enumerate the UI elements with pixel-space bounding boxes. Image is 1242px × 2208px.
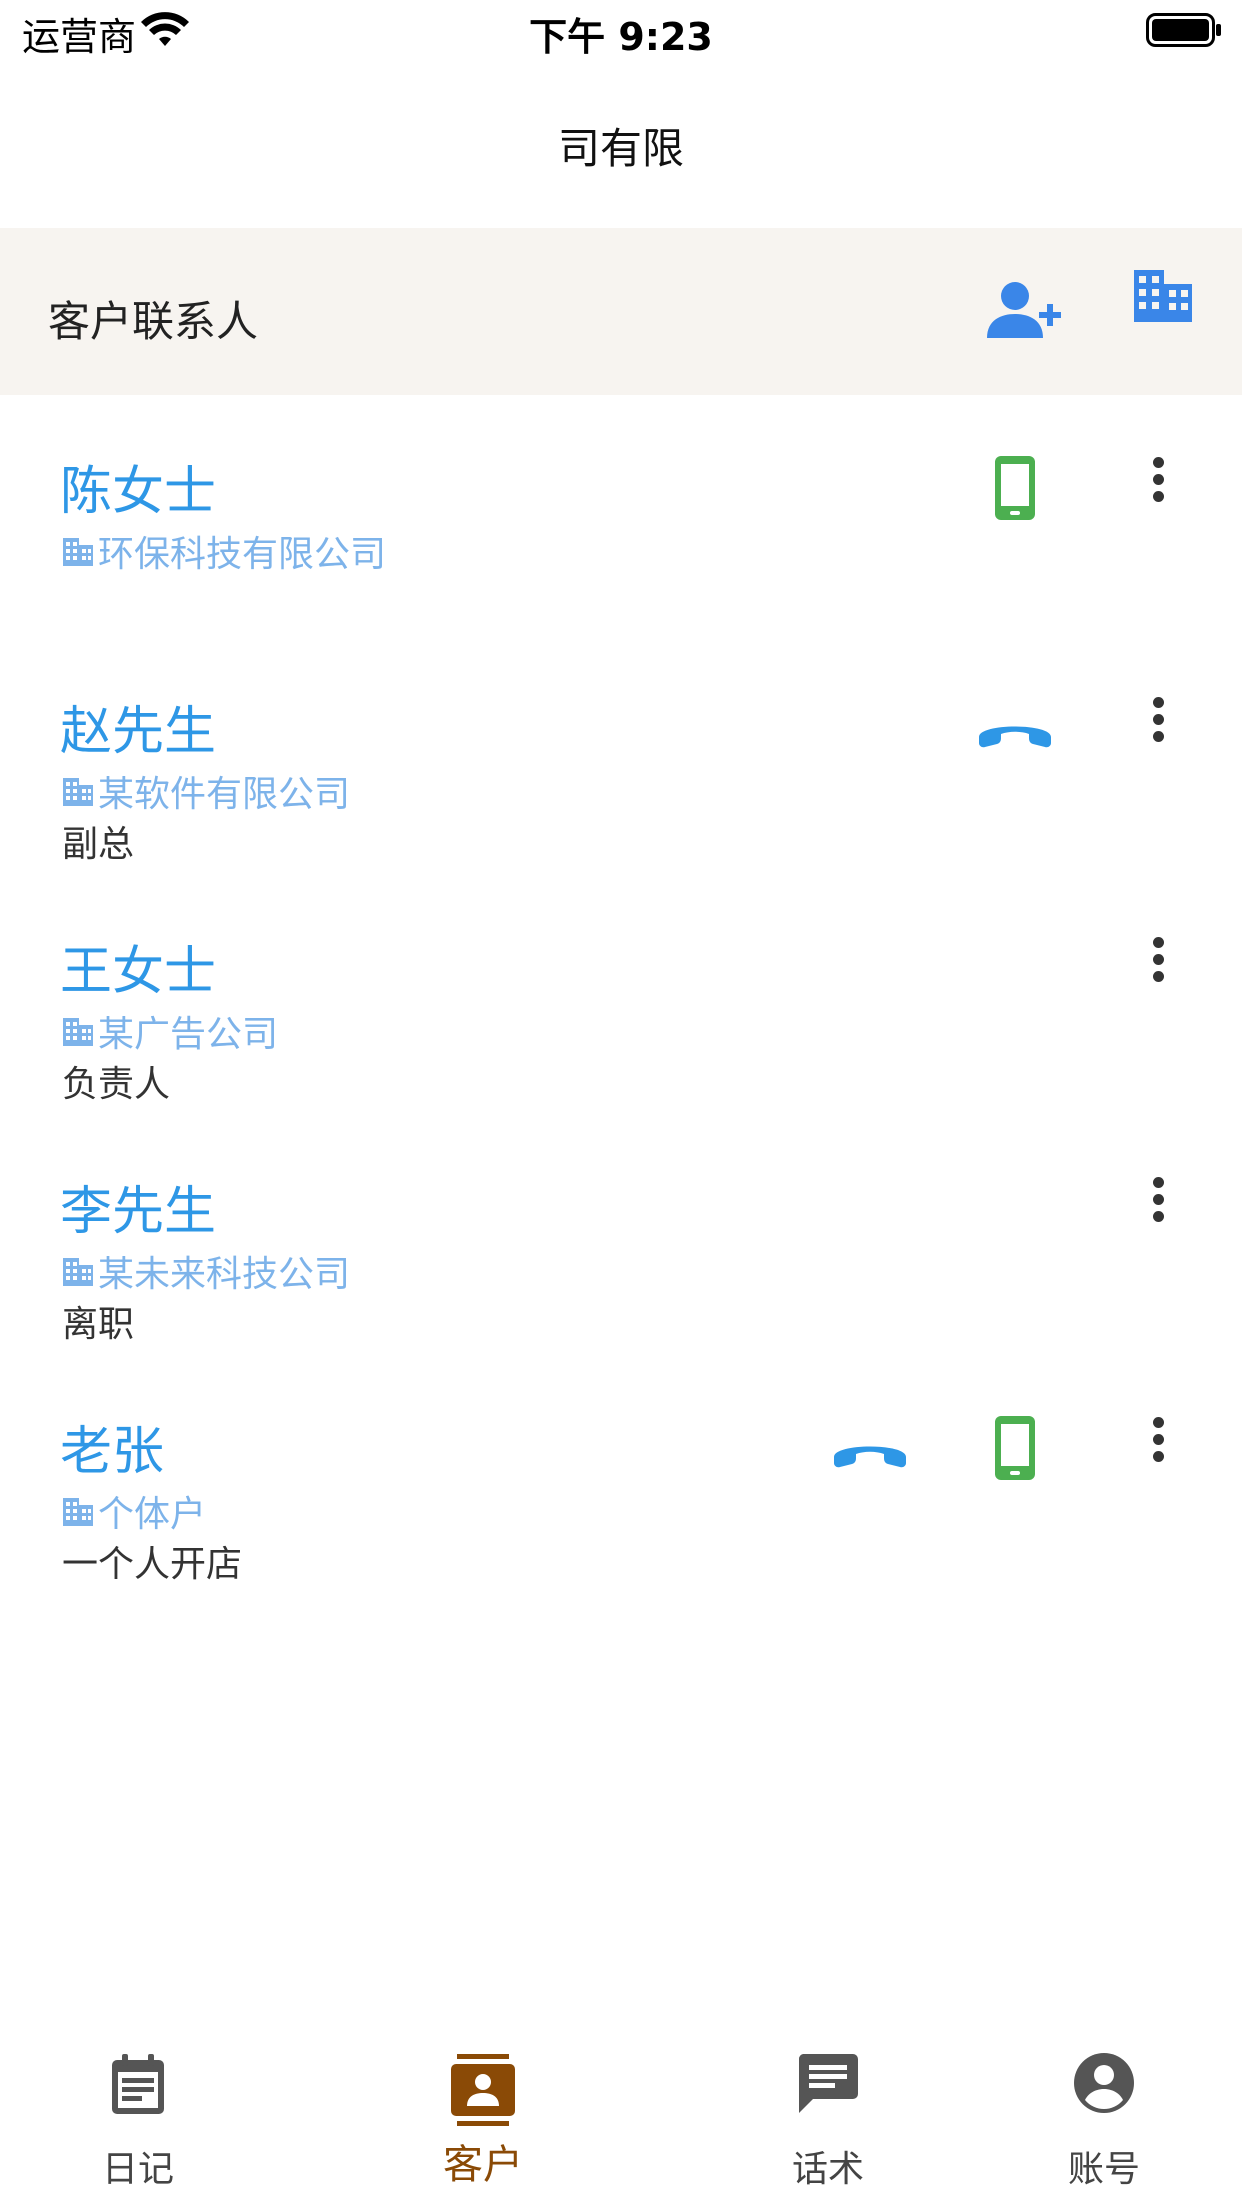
mobile-call-button[interactable] (975, 445, 1055, 535)
contact-note: 离职 (62, 1304, 135, 1345)
phone-call-button[interactable] (975, 695, 1055, 775)
contact-company[interactable]: 环保科技有限公司 (62, 525, 386, 577)
status-bar: 运营商 下午 9:23 (0, 0, 1242, 62)
contact-company-label: 某未来科技公司 (98, 1254, 351, 1295)
contact-name[interactable]: 王女士 (60, 929, 216, 1004)
tab-diary[interactable]: 日记 (38, 2030, 238, 2208)
contact-list: 陈女士环保科技有限公司赵先生某软件有限公司副总王女士某广告公司负责人李先生某未来… (0, 395, 1242, 1595)
building-icon (62, 1495, 94, 1527)
more-options-button[interactable] (1138, 931, 1178, 995)
phone-icon (977, 715, 1053, 755)
building-icon (62, 1015, 94, 1047)
phone-icon (832, 1435, 908, 1475)
contact-row[interactable]: 王女士某广告公司负责人 (0, 875, 1242, 1115)
building-icon (62, 535, 94, 567)
contact-company-label: 某广告公司 (98, 1014, 279, 1055)
building-icon (62, 1255, 94, 1287)
more-vert-icon (1138, 697, 1178, 742)
contact-name[interactable]: 赵先生 (60, 689, 216, 764)
tab-label: 客户 (443, 2142, 523, 2188)
contact-note: 负责人 (62, 1064, 171, 1105)
more-options-button[interactable] (1138, 691, 1178, 755)
contact-company[interactable]: 某未来科技公司 (62, 1245, 350, 1297)
contact-row[interactable]: 老张个体户一个人开店 (0, 1355, 1242, 1595)
more-options-button[interactable] (1138, 451, 1178, 515)
mobile-phone-icon (993, 454, 1037, 526)
page-title: 司有限 (557, 124, 684, 173)
more-vert-icon (1138, 1417, 1178, 1462)
more-options-button[interactable] (1138, 1411, 1178, 1475)
contact-company-label: 环保科技有限公司 (98, 534, 387, 575)
more-vert-icon (1138, 1177, 1178, 1222)
status-time: 下午 9:23 (529, 15, 713, 59)
contact-name[interactable]: 陈女士 (60, 449, 216, 524)
contact-company[interactable]: 个体户 (62, 1485, 206, 1537)
contact-company-label: 某软件有限公司 (98, 774, 351, 815)
building-icon (1134, 270, 1192, 322)
tab-scripts[interactable]: 话术 (728, 2030, 928, 2208)
more-options-button[interactable] (1138, 1171, 1178, 1235)
tab-label: 日记 (101, 2149, 174, 2190)
add-person-icon (987, 282, 1061, 338)
diary-icon (108, 2052, 168, 2120)
more-vert-icon (1138, 457, 1178, 502)
chat-icon (797, 2052, 859, 2118)
contact-row[interactable]: 陈女士环保科技有限公司 (0, 395, 1242, 635)
battery-icon (1146, 12, 1222, 52)
contact-company-label: 个体户 (98, 1494, 207, 1535)
contact-row[interactable]: 李先生某未来科技公司离职 (0, 1115, 1242, 1355)
mobile-call-button[interactable] (975, 1405, 1055, 1495)
contacts-icon (451, 2054, 515, 2130)
contact-company[interactable]: 某广告公司 (62, 1005, 278, 1057)
contact-name[interactable]: 李先生 (60, 1169, 216, 1244)
contact-row[interactable]: 赵先生某软件有限公司副总 (0, 635, 1242, 875)
phone-call-button[interactable] (830, 1415, 910, 1495)
section-title: 客户联系人 (48, 297, 259, 346)
building-icon (62, 775, 94, 807)
mobile-phone-icon (993, 1414, 1037, 1486)
add-contact-button[interactable] (985, 276, 1065, 346)
tab-label: 话术 (791, 2149, 864, 2190)
contact-note: 副总 (62, 824, 135, 865)
tab-bar: 日记 客户 话术 账号 (0, 2030, 1242, 2208)
tab-label: 账号 (1067, 2149, 1140, 2190)
tab-customers[interactable]: 客户 (383, 2030, 583, 2208)
contact-note: 一个人开店 (62, 1544, 243, 1585)
account-icon (1073, 2052, 1135, 2118)
add-company-button[interactable] (1132, 268, 1212, 348)
section-header: 客户联系人 (0, 228, 1242, 395)
contact-company[interactable]: 某软件有限公司 (62, 765, 350, 817)
tab-account[interactable]: 账号 (1004, 2030, 1204, 2208)
more-vert-icon (1138, 937, 1178, 982)
contact-name[interactable]: 老张 (60, 1409, 164, 1484)
